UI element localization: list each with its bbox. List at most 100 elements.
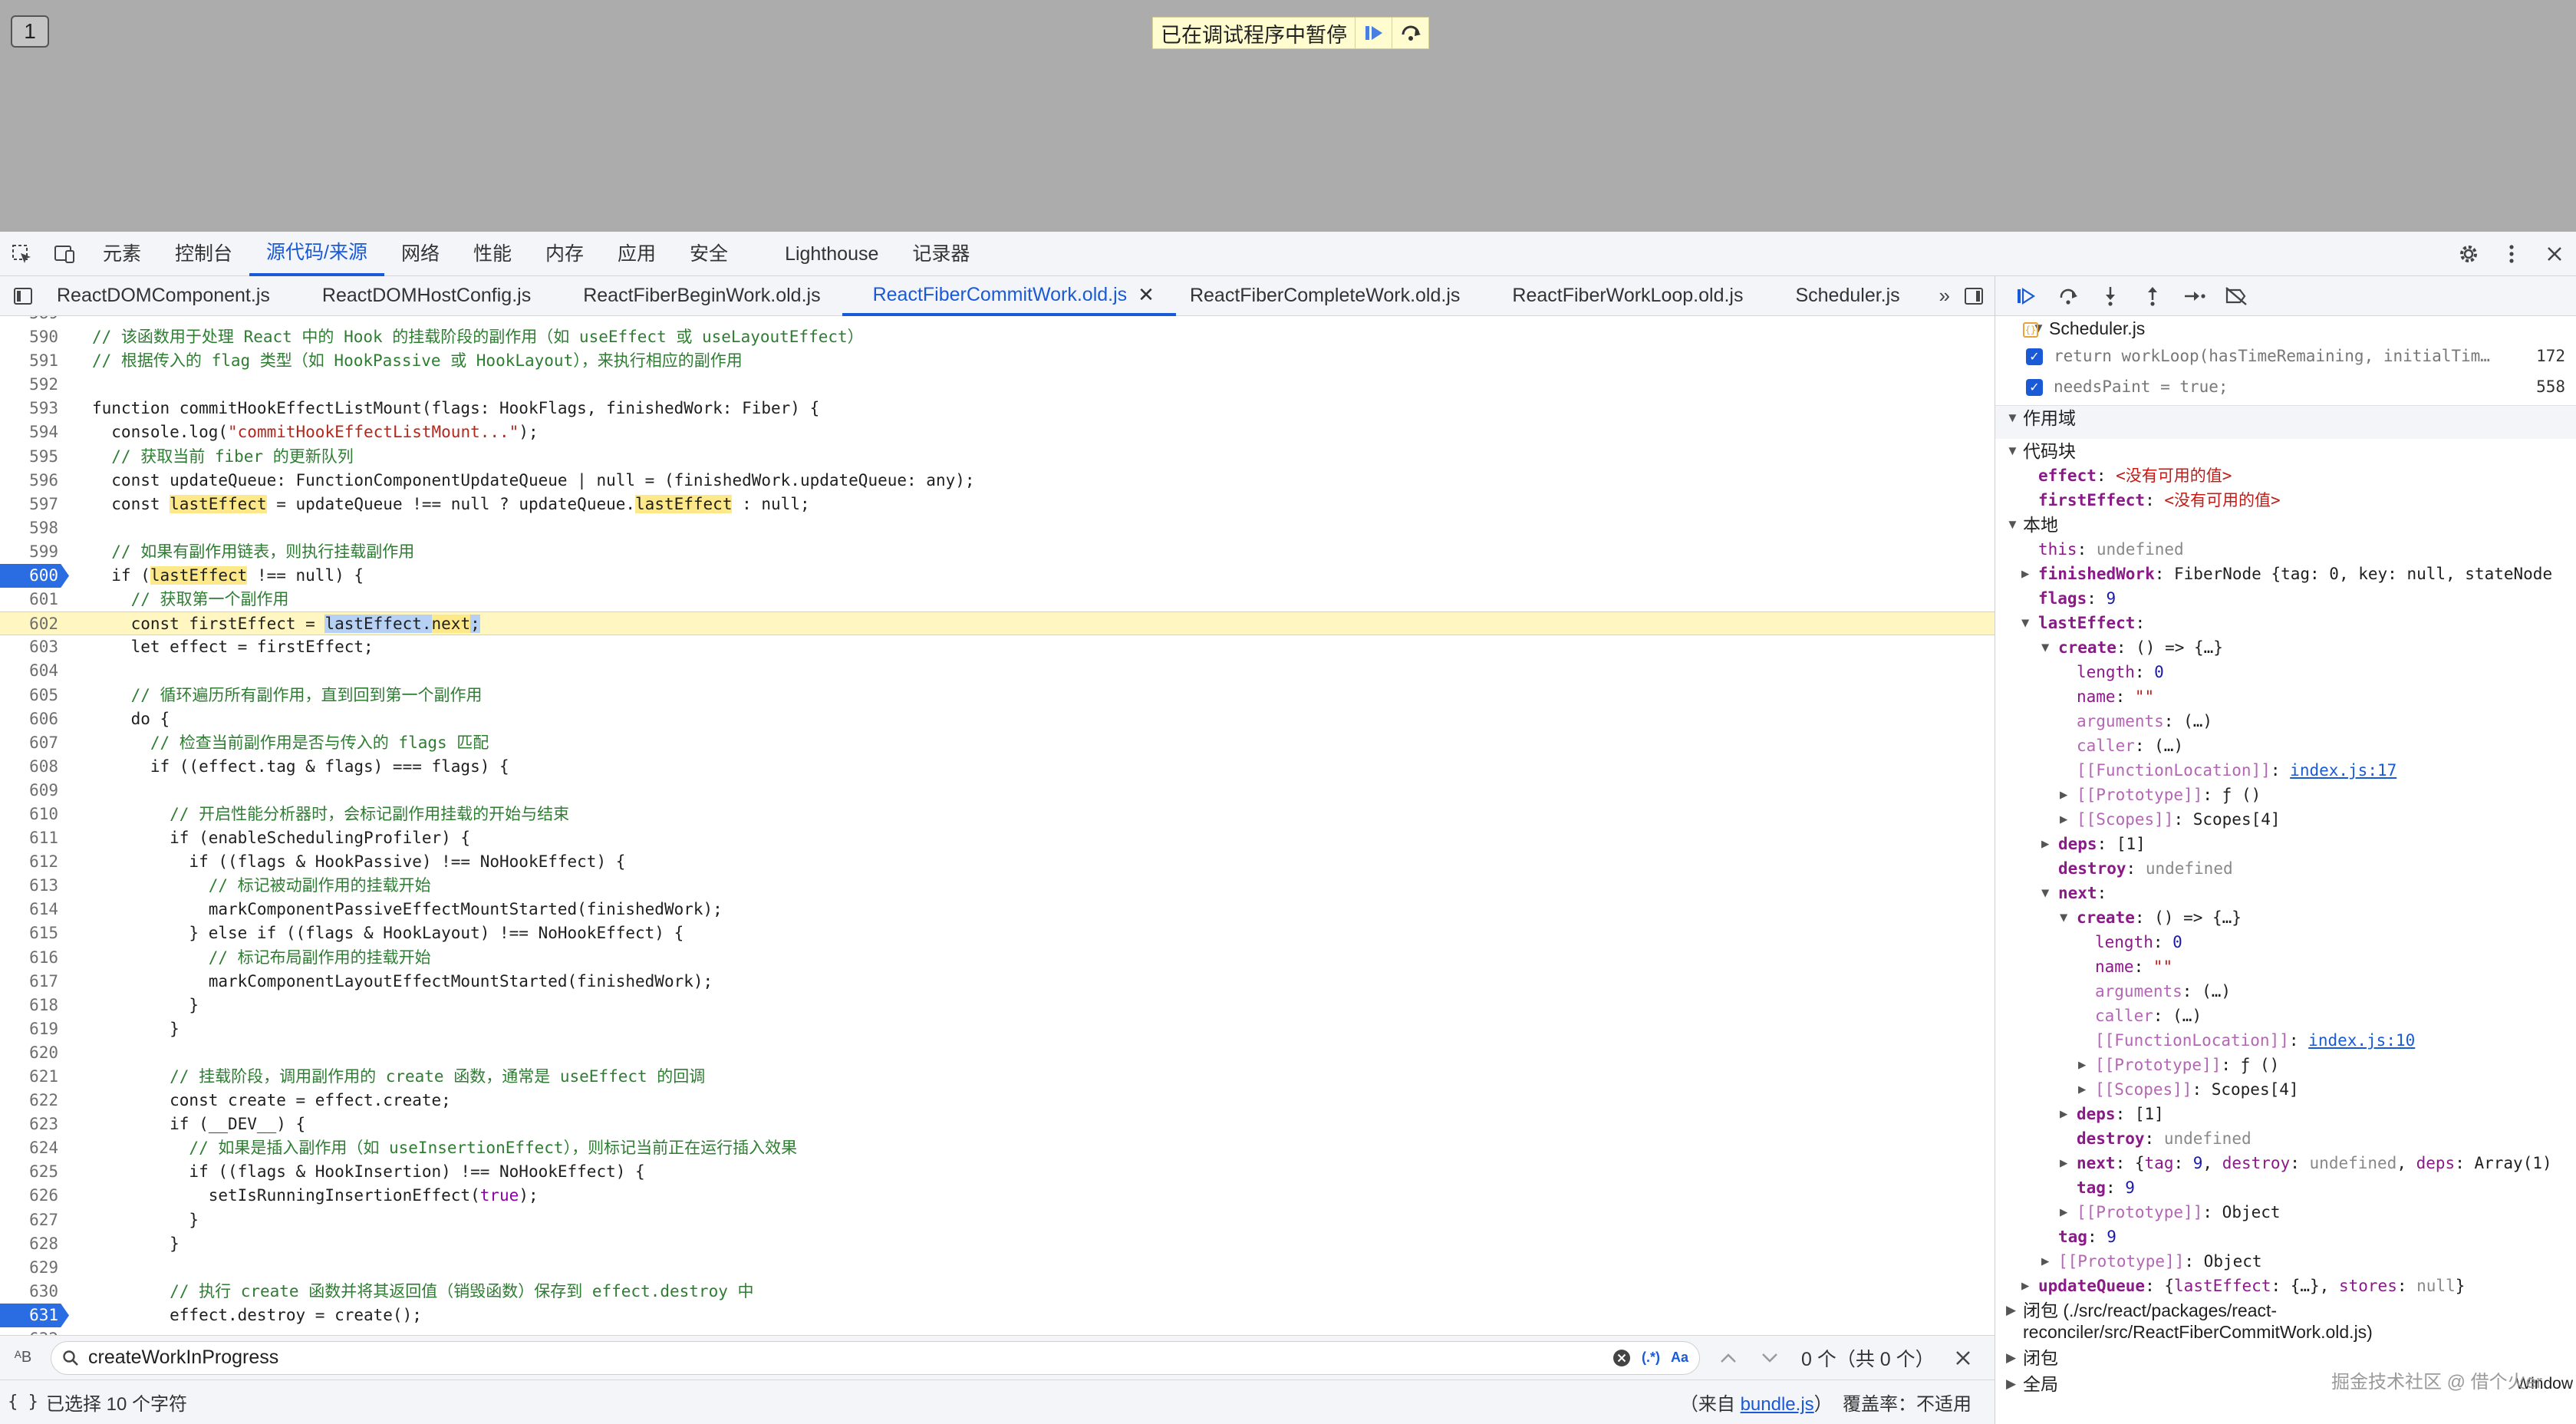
next-match-button[interactable]	[1749, 1353, 1790, 1363]
line-number[interactable]: 619	[0, 1017, 63, 1041]
line-number[interactable]: 632	[0, 1327, 63, 1335]
scope-property[interactable]: ▶ [[Prototype]]: Object	[1995, 1200, 2576, 1225]
expand-triangle-closed-icon[interactable]: ▶	[2006, 1346, 2016, 1370]
function-location-link[interactable]: index.js:17	[2290, 761, 2396, 780]
scope-property[interactable]: ▶ deps: [1]	[1995, 832, 2576, 856]
expand-triangle-closed-icon[interactable]: ▶	[2060, 1151, 2067, 1175]
breakpoint-checkbox[interactable]: ✓	[2026, 348, 2043, 365]
line-number[interactable]: 608	[0, 755, 63, 779]
expand-triangle-open-icon[interactable]: ▼	[2006, 513, 2019, 537]
device-toggle-button[interactable]	[43, 232, 86, 276]
scope-property[interactable]: ▶ updateQueue: {lastEffect: {…}, stores: …	[1995, 1274, 2576, 1298]
clear-search-icon[interactable]	[1612, 1349, 1631, 1367]
close-tab-icon[interactable]: ✕	[1138, 276, 1155, 313]
breakpoint-item[interactable]: return workLoop(hasTimeRemaining, initia…	[1995, 344, 2576, 374]
line-number[interactable]: 611	[0, 826, 63, 850]
closure-scope-header[interactable]: ▶ 闭包 (./src/react/packages/react-	[1995, 1298, 2576, 1320]
scope-property[interactable]: ▶ deps: [1]	[1995, 1102, 2576, 1126]
tab-network[interactable]: 网络	[384, 232, 456, 276]
expand-triangle-open-icon[interactable]: ▼	[2006, 406, 2019, 430]
breakpoint-line-number[interactable]: 631	[0, 1303, 69, 1327]
scope-property[interactable]: ▼ next:	[1995, 881, 2576, 905]
line-number[interactable]: 593	[0, 397, 63, 420]
close-find-button[interactable]	[1942, 1350, 1984, 1366]
tab-application[interactable]: 应用	[601, 232, 673, 276]
step-over-button[interactable]	[2047, 276, 2089, 316]
tab-recorder[interactable]: 记录器	[895, 232, 987, 276]
line-number[interactable]: 627	[0, 1208, 63, 1232]
line-number[interactable]: 597	[0, 493, 63, 516]
line-number[interactable]: 591	[0, 349, 63, 373]
scope-property[interactable]: ▶ [[Scopes]]: Scopes[4]	[1995, 1077, 2576, 1102]
replace-toggle-icon[interactable]: ᴬB	[0, 1349, 46, 1366]
expand-triangle-closed-icon[interactable]: ▶	[2078, 1077, 2086, 1102]
line-number[interactable]: 596	[0, 469, 63, 493]
more-options-button[interactable]	[2490, 232, 2533, 276]
more-tabs-chevron-icon[interactable]: »	[1939, 284, 1950, 308]
toggle-debugger-sidebar-icon[interactable]	[1964, 287, 1984, 305]
expand-triangle-closed-icon[interactable]: ▶	[2060, 1102, 2067, 1126]
expand-triangle-open-icon[interactable]: ▼	[2006, 439, 2019, 463]
breakpoint-line-number[interactable]: 600	[0, 564, 69, 588]
line-number[interactable]: 610	[0, 803, 63, 826]
breakpoint-checkbox[interactable]: ✓	[2026, 379, 2043, 396]
local-scope-header[interactable]: ▼ 本地	[1995, 513, 2576, 537]
line-number[interactable]: 605	[0, 684, 63, 707]
expand-triangle-open-icon[interactable]: ▼	[2021, 611, 2029, 635]
line-number[interactable]: 602	[0, 612, 63, 636]
inspect-element-button[interactable]	[0, 232, 43, 276]
line-number[interactable]: 626	[0, 1184, 63, 1208]
line-number[interactable]: 612	[0, 850, 63, 874]
scope-section-header[interactable]: ▼ 作用域	[1995, 405, 2576, 439]
expand-triangle-closed-icon[interactable]: ▶	[2060, 1200, 2067, 1225]
file-tab[interactable]: Scheduler.js	[1764, 276, 1921, 316]
tab-performance[interactable]: 性能	[456, 232, 529, 276]
resume-button[interactable]	[2004, 276, 2047, 316]
line-number[interactable]: 617	[0, 970, 63, 994]
file-tab[interactable]: ReactFiberBeginWork.old.js	[552, 276, 842, 316]
deactivate-breakpoints-button[interactable]	[2215, 276, 2258, 316]
line-number[interactable]: 613	[0, 874, 63, 898]
line-number[interactable]: 603	[0, 635, 63, 659]
breakpoints-file-group[interactable]: ▼ Scheduler.js{}	[1995, 316, 2576, 344]
line-number[interactable]: 598	[0, 516, 63, 540]
expand-triangle-closed-icon[interactable]: ▶	[2060, 807, 2067, 832]
settings-button[interactable]	[2447, 232, 2490, 276]
block-scope-header[interactable]: ▼ 代码块	[1995, 439, 2576, 463]
line-number[interactable]: 616	[0, 946, 63, 970]
line-number[interactable]: 623	[0, 1112, 63, 1136]
file-tab[interactable]: ReactDOMComponent.js	[46, 276, 292, 316]
line-number[interactable]: 609	[0, 779, 63, 803]
line-number[interactable]: 621	[0, 1065, 63, 1089]
match-case-toggle[interactable]: Aa	[1671, 1350, 1688, 1366]
toggle-navigator-button[interactable]	[0, 276, 46, 316]
close-devtools-button[interactable]	[2533, 232, 2576, 276]
scope-property[interactable]: ▶ [[Prototype]]: ƒ ()	[1995, 1053, 2576, 1077]
line-number[interactable]: 628	[0, 1232, 63, 1256]
scope-property[interactable]: ▶ [[Prototype]]: ƒ ()	[1995, 783, 2576, 807]
search-input[interactable]: createWorkInProgress (.*) Aa	[51, 1340, 1700, 1375]
file-tab[interactable]: ReactDOMHostConfig.js	[292, 276, 552, 316]
expand-triangle-closed-icon[interactable]: ▶	[2021, 1274, 2029, 1298]
line-number[interactable]: 606	[0, 707, 63, 731]
step-into-button[interactable]	[2089, 276, 2131, 316]
tab-lighthouse[interactable]: Lighthouse	[768, 232, 895, 276]
expand-triangle-open-icon[interactable]: ▼	[2041, 635, 2049, 660]
line-number[interactable]: 599	[0, 540, 63, 564]
step-over-button[interactable]	[1392, 18, 1428, 48]
expand-triangle-closed-icon[interactable]: ▶	[2078, 1053, 2086, 1077]
scope-property[interactable]: ▶ [[Scopes]]: Scopes[4]	[1995, 807, 2576, 832]
tab-memory[interactable]: 内存	[529, 232, 601, 276]
source-file-link[interactable]: bundle.js	[1741, 1394, 1814, 1415]
expand-triangle-closed-icon[interactable]: ▶	[2041, 1249, 2049, 1274]
line-number[interactable]: 618	[0, 994, 63, 1017]
expand-triangle-open-icon[interactable]: ▼	[2041, 881, 2049, 905]
scope-property[interactable]: ▶ [[Prototype]]: Object	[1995, 1249, 2576, 1274]
line-number[interactable]: 594	[0, 420, 63, 444]
file-tab[interactable]: ReactFiberWorkLoop.old.js	[1481, 276, 1764, 316]
line-number[interactable]: 590	[0, 325, 63, 349]
scope-property[interactable]: ▼ lastEffect:	[1995, 611, 2576, 635]
file-tab[interactable]: ReactFiberCompleteWork.old.js	[1176, 276, 1481, 316]
line-number[interactable]: 589	[0, 316, 63, 325]
scope-property[interactable]: ▶ next: {tag: 9, destroy: undefined, deps…	[1995, 1151, 2576, 1175]
